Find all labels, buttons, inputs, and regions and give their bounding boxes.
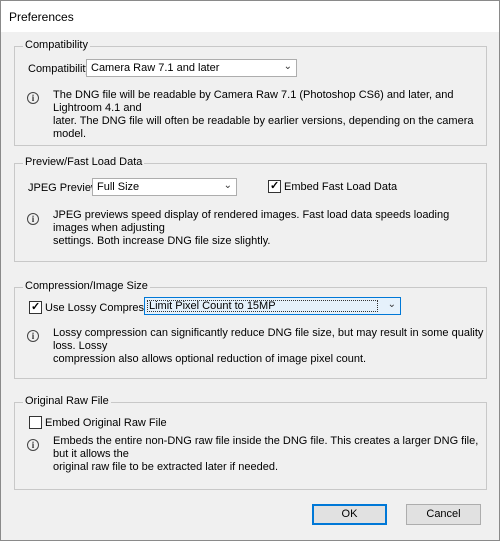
original-raw-group: Original Raw File Embed Original Raw Fil… [14, 395, 487, 490]
jpeg-preview-dropdown[interactable]: Full Size ⌄ [92, 178, 237, 196]
checkmark-icon: ✓ [270, 180, 280, 192]
original-description: Embeds the entire non-DNG raw file insid… [53, 435, 486, 474]
embed-fast-load-checkbox[interactable]: ✓ [268, 180, 281, 193]
compression-description-line1: Lossy compression can significantly redu… [53, 327, 484, 352]
info-icon: i [27, 439, 39, 451]
window-title: Preferences [9, 10, 74, 24]
embed-original-label[interactable]: Embed Original Raw File [45, 417, 167, 429]
lossy-compression-checkbox[interactable]: ✓ [29, 301, 42, 314]
ok-button[interactable]: OK [312, 504, 387, 525]
preview-group-label: Preview/Fast Load Data [23, 156, 145, 168]
compatibility-description: The DNG file will be readable by Camera … [53, 89, 486, 141]
jpeg-preview-value: Full Size [97, 181, 140, 193]
compatibility-group: Compatibility Compatibility: Camera Raw … [14, 39, 487, 146]
title-bar: Preferences [1, 1, 499, 32]
jpeg-preview-label: JPEG Preview: [28, 182, 102, 194]
embed-fast-load-label[interactable]: Embed Fast Load Data [284, 181, 397, 193]
compression-group: Compression/Image Size ✓ Use Lossy Compr… [14, 280, 487, 379]
lossy-compression-dropdown[interactable]: Limit Pixel Count to 15MP ⌄ [144, 297, 401, 315]
preview-description-line2: settings. Both increase DNG file size sl… [53, 235, 271, 247]
info-icon: i [27, 330, 39, 342]
embed-original-checkbox[interactable] [29, 416, 42, 429]
info-icon: i [27, 92, 39, 104]
cancel-button[interactable]: Cancel [406, 504, 481, 525]
chevron-down-icon: ⌄ [387, 299, 396, 310]
compatibility-label: Compatibility: [28, 63, 95, 75]
compression-description: Lossy compression can significantly redu… [53, 327, 486, 366]
preview-group: Preview/Fast Load Data JPEG Preview: Ful… [14, 156, 487, 262]
compatibility-value: Camera Raw 7.1 and later [91, 62, 220, 74]
compatibility-dropdown[interactable]: Camera Raw 7.1 and later ⌄ [86, 59, 297, 77]
compatibility-description-line2: later. The DNG file will often be readab… [53, 115, 474, 140]
checkmark-icon: ✓ [31, 301, 41, 313]
preferences-dialog: Preferences Compatibility Compatibility:… [0, 0, 500, 541]
original-description-line1: Embeds the entire non-DNG raw file insid… [53, 435, 479, 460]
compression-description-line2: compression also allows optional reducti… [53, 353, 367, 365]
chevron-down-icon: ⌄ [283, 61, 292, 72]
compatibility-description-line1: The DNG file will be readable by Camera … [53, 89, 454, 114]
compatibility-group-label: Compatibility [23, 39, 90, 51]
lossy-compression-value: Limit Pixel Count to 15MP [149, 300, 276, 312]
preview-description: JPEG previews speed display of rendered … [53, 209, 486, 248]
original-description-line2: original raw file to be extracted later … [53, 461, 279, 473]
compression-group-label: Compression/Image Size [23, 280, 150, 292]
chevron-down-icon: ⌄ [223, 180, 232, 191]
info-icon: i [27, 213, 39, 225]
original-raw-group-label: Original Raw File [23, 395, 111, 407]
preview-description-line1: JPEG previews speed display of rendered … [53, 209, 450, 234]
